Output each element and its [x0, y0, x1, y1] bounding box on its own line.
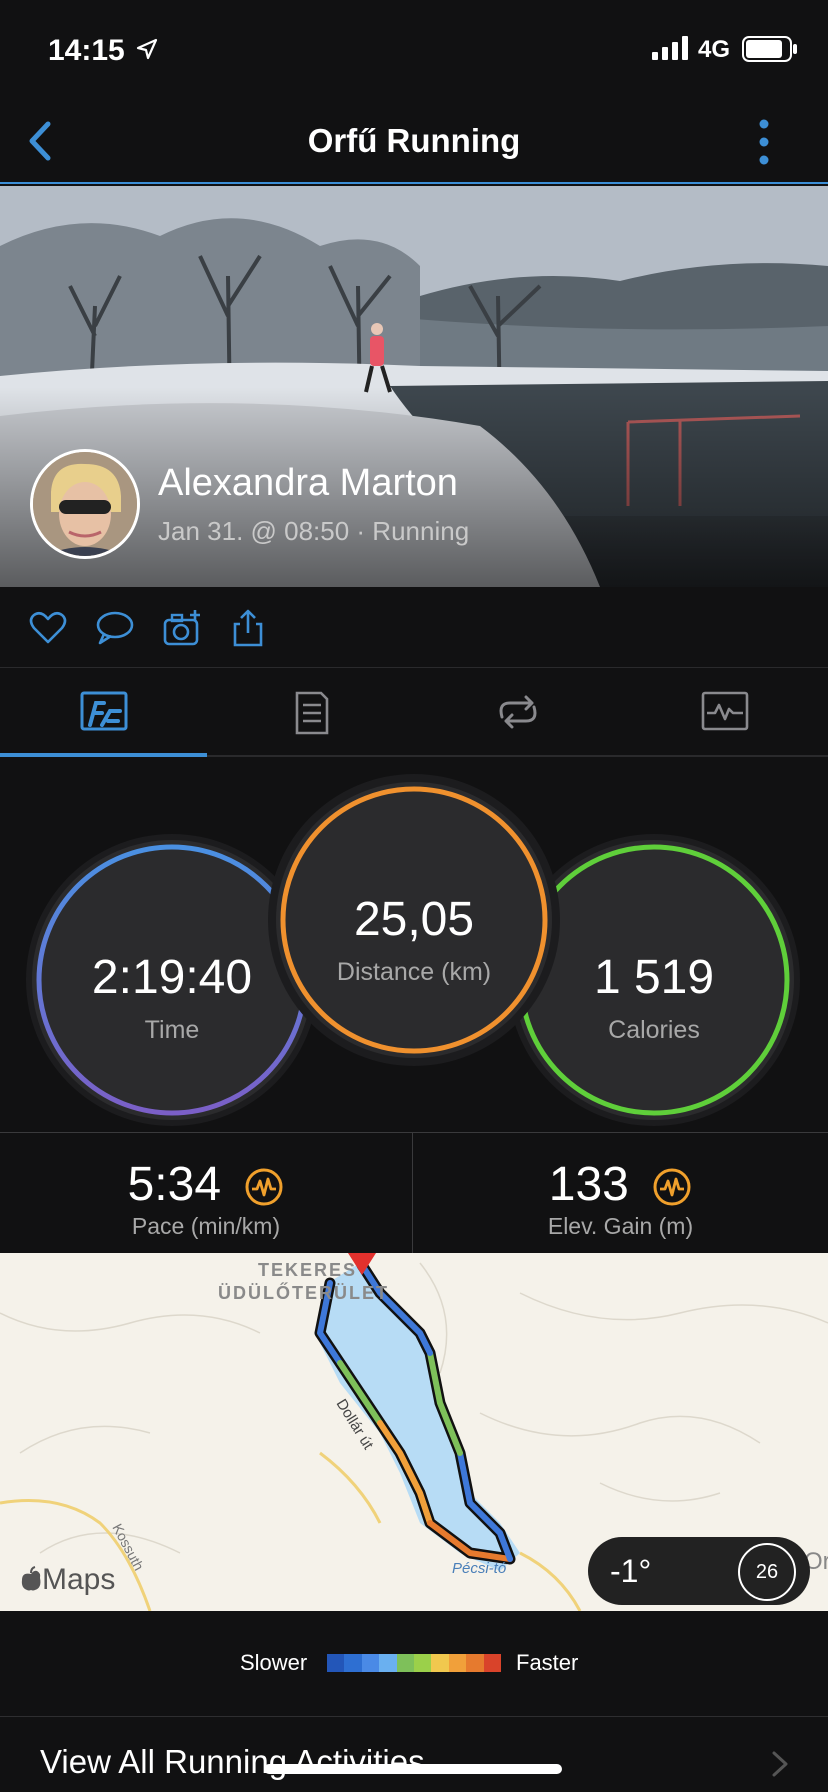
- status-bar: 14:15 4G: [0, 0, 828, 100]
- pace-stat[interactable]: 5:34 Pace (min/km): [0, 1133, 413, 1253]
- view-all-activities-row[interactable]: View All Running Activities: [0, 1716, 828, 1792]
- add-photo-icon[interactable]: [162, 608, 202, 648]
- tab-laps[interactable]: [414, 669, 621, 757]
- legend-slower: Slower: [240, 1650, 308, 1675]
- distance-value: 25,05: [353, 893, 475, 946]
- view-all-label: View All Running Activities: [40, 1743, 425, 1780]
- legend-color-segment: [431, 1654, 449, 1672]
- activity-date-type: Jan 31. @ 08:50 · Running: [158, 516, 470, 546]
- time-stat-circle: 2:19:40 Time: [32, 840, 312, 1120]
- wind-speed: 26: [738, 1543, 796, 1601]
- elevation-value: 133: [548, 1158, 629, 1211]
- location-arrow-icon: [136, 38, 158, 60]
- status-time: 14:15: [48, 34, 125, 67]
- calories-label: Calories: [608, 1016, 700, 1044]
- user-name[interactable]: Alexandra Marton: [158, 462, 458, 505]
- legend-color-segment: [379, 1654, 397, 1672]
- activity-tabs: [0, 669, 828, 757]
- pace-value-row: 5:34: [0, 1157, 412, 1212]
- time-label: Time: [144, 1016, 200, 1044]
- activity-cover-photo[interactable]: Alexandra Marton Jan 31. @ 08:50 · Runni…: [0, 186, 828, 587]
- distance-stat-circle: 25,05 Distance (km): [276, 782, 552, 1058]
- elevation-value-row: 133: [414, 1157, 827, 1212]
- legend-color-segment: [344, 1654, 362, 1672]
- navigation-bar: Orfű Running: [0, 100, 828, 184]
- pace-value: 5:34: [127, 1158, 222, 1211]
- network-type: 4G: [698, 36, 731, 63]
- apple-maps-attribution[interactable]: Maps: [20, 1563, 115, 1597]
- tab-details[interactable]: [207, 669, 414, 757]
- comment-icon[interactable]: [94, 608, 134, 648]
- details-icon: [295, 691, 329, 735]
- legend-color-segment: [396, 1654, 415, 1672]
- maps-attribution-text: Maps: [42, 1563, 116, 1596]
- temperature: -1°: [610, 1553, 652, 1589]
- pace-label: Pace (min/km): [131, 1213, 281, 1239]
- apple-logo-icon: [21, 1566, 41, 1591]
- elevation-label: Elev. Gain (m): [547, 1213, 694, 1239]
- weather-badge[interactable]: -1° 26: [588, 1537, 810, 1605]
- activity-summary: 2:19:40 Time 1 519 Calories 25,05 Distan…: [0, 760, 828, 1132]
- legend-color-segment: [483, 1654, 502, 1672]
- elevation-stat[interactable]: 133 Elev. Gain (m): [414, 1133, 827, 1253]
- legend-color-segment: [466, 1654, 484, 1672]
- legend-color-segment: [327, 1654, 345, 1672]
- avatar[interactable]: [30, 449, 140, 559]
- stats-icon: [80, 691, 128, 731]
- home-indicator[interactable]: [264, 1764, 562, 1774]
- battery-icon: [742, 36, 797, 62]
- legend-color-segment: [361, 1654, 380, 1672]
- cellular-signal-icon: [652, 36, 688, 60]
- user-portrait: [33, 452, 137, 556]
- legend-color-segment: [448, 1654, 467, 1672]
- training-effect-icon: [245, 1168, 283, 1206]
- tab-charts[interactable]: [621, 669, 828, 757]
- map-place-label-2: ÜDÜLŐTERÜLET: [218, 1282, 389, 1303]
- pace-color-scale: [327, 1654, 502, 1672]
- secondary-stats: 5:34 Pace (min/km) 133 Elev. Gain (m): [0, 1132, 828, 1253]
- page-title: Orfű Running: [307, 122, 521, 159]
- charts-icon: [701, 691, 749, 731]
- wind-speed-value: 26: [755, 1561, 779, 1583]
- map-pond-label: Pécsi-tó: [452, 1560, 506, 1577]
- legend-color-segment: [414, 1654, 432, 1672]
- action-bar: [0, 588, 828, 668]
- map-place-label-1: TEKERES: [258, 1260, 357, 1280]
- legend-faster: Faster: [516, 1650, 579, 1675]
- time-value: 2:19:40: [91, 951, 253, 1004]
- chevron-right-icon: [772, 1751, 788, 1777]
- calories-value: 1 519: [593, 951, 715, 1004]
- heart-icon[interactable]: [28, 608, 68, 648]
- share-icon[interactable]: [228, 608, 268, 648]
- distance-label: Distance (km): [336, 958, 492, 986]
- tab-stats[interactable]: [0, 669, 207, 757]
- calories-stat-circle: 1 519 Calories: [514, 840, 794, 1120]
- vertical-ellipsis-icon[interactable]: [752, 118, 776, 166]
- laps-icon: [499, 695, 537, 729]
- route-map[interactable]: TEKERES ÜDÜLŐTERÜLET Dollár út Kossuth P…: [0, 1253, 828, 1611]
- training-effect-icon: [653, 1168, 691, 1206]
- pace-legend: Slower Faster: [0, 1612, 828, 1716]
